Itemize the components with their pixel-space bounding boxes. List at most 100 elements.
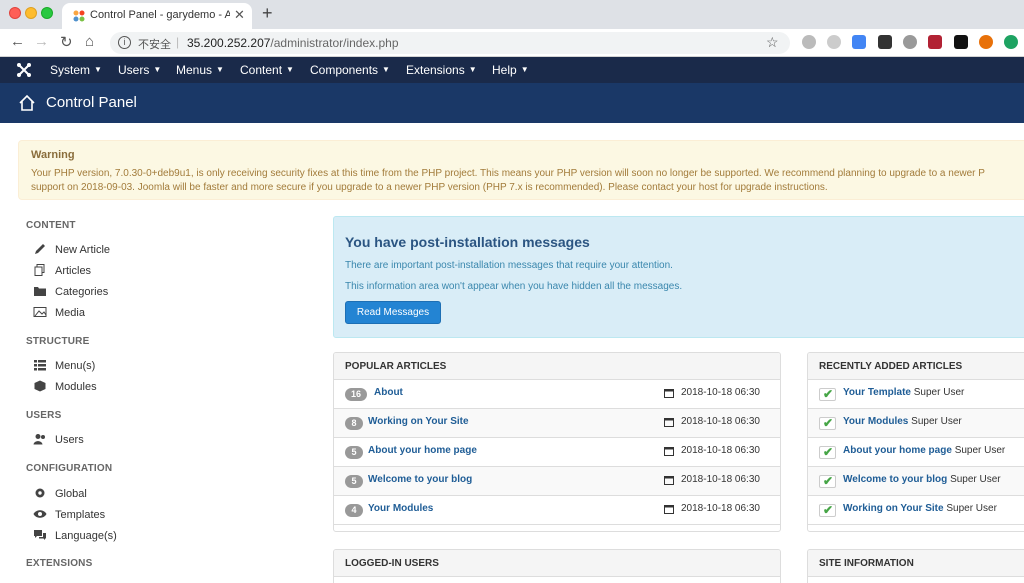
- published-check-icon[interactable]: ✔: [819, 387, 836, 401]
- sidebar-item-menus[interactable]: Menu(s): [33, 359, 95, 375]
- article-date: 2018-10-18 06:30: [681, 474, 760, 485]
- check-mark-icon: ✔: [823, 387, 834, 401]
- browser-toolbar: ← → ↻ ⌂ i 不安全 | 35.200.252.207/administr…: [0, 29, 1024, 57]
- extension-icon-8[interactable]: [979, 35, 993, 49]
- article-date: 2018-10-18 06:30: [681, 416, 760, 427]
- back-arrow-icon[interactable]: ←: [10, 33, 25, 50]
- recent-article: About your home page Super User: [843, 445, 1005, 456]
- sidebar-item-label: Menu(s): [55, 360, 96, 372]
- article-link[interactable]: Your Modules: [368, 503, 433, 514]
- cloud-extension-icon[interactable]: [827, 35, 841, 49]
- calendar-icon: [664, 505, 674, 514]
- menu-help[interactable]: Help ▼: [492, 63, 529, 77]
- published-check-icon[interactable]: ✔: [819, 416, 836, 430]
- article-link[interactable]: About: [374, 387, 403, 398]
- sidebar-item-media[interactable]: Media: [33, 306, 85, 322]
- sidebar-heading-configuration: CONFIGURATION: [26, 463, 113, 474]
- reload-icon[interactable]: ↻: [60, 33, 73, 51]
- article-link[interactable]: Welcome to your blog: [843, 474, 947, 485]
- sidebar-item-global[interactable]: Global: [33, 487, 87, 503]
- article-date: 2018-10-18 06:30: [681, 503, 760, 514]
- table-row: 5 About your home page 2018-10-18 06:30: [334, 438, 780, 467]
- sidebar-heading-content: CONTENT: [26, 220, 76, 231]
- hits-badge: 16: [345, 388, 368, 401]
- menu-content[interactable]: Content ▼: [240, 63, 294, 77]
- calendar-icon: [664, 476, 674, 485]
- sidebar-item-label: Articles: [55, 265, 92, 277]
- published-check-icon[interactable]: ✔: [819, 445, 836, 459]
- sidebar-item-label: Global: [55, 488, 87, 500]
- sidebar-item-templates[interactable]: Templates: [33, 508, 105, 524]
- check-mark-icon: ✔: [823, 503, 834, 517]
- list-item: ✔ Working on Your Site Super User: [808, 496, 1024, 525]
- article-link[interactable]: Welcome to your blog: [368, 474, 472, 485]
- sidebar-heading-users: USERS: [26, 410, 62, 421]
- hits-badge: 5: [345, 446, 363, 459]
- article-link[interactable]: Working on Your Site: [843, 503, 944, 514]
- read-messages-button[interactable]: Read Messages: [345, 301, 441, 324]
- sidebar-item-users[interactable]: Users: [33, 433, 84, 449]
- extension-icon-4[interactable]: [878, 35, 892, 49]
- info-icon[interactable]: i: [118, 36, 131, 49]
- article-link[interactable]: Working on Your Site: [368, 416, 469, 427]
- article-link[interactable]: About your home page: [368, 445, 477, 456]
- browser-tab[interactable]: Control Panel - garydemo - Ad ✕: [62, 3, 252, 29]
- published-check-icon[interactable]: ✔: [819, 474, 836, 488]
- menu-menus[interactable]: Menus ▼: [176, 63, 224, 77]
- menu-menus-label: Menus: [176, 63, 213, 77]
- comments-icon: [34, 530, 46, 540]
- article-author: Super User: [950, 474, 1001, 485]
- menu-system[interactable]: System ▼: [50, 63, 102, 77]
- panel-title: RECENTLY ADDED ARTICLES: [808, 353, 1024, 380]
- calendar-icon: [664, 389, 674, 398]
- caret-down-icon: ▼: [94, 65, 102, 74]
- hits-badge: 4: [345, 504, 363, 517]
- panel-title: LOGGED-IN USERS: [334, 550, 780, 577]
- window-minimize-button[interactable]: [25, 7, 37, 19]
- url-text[interactable]: 35.200.252.207/administrator/index.php: [187, 36, 399, 50]
- sidebar-item-articles[interactable]: Articles: [33, 264, 91, 280]
- published-check-icon[interactable]: ✔: [819, 503, 836, 517]
- new-tab-icon[interactable]: +: [262, 3, 273, 24]
- hits-badge: 5: [345, 475, 363, 488]
- sidebar-item-new-article[interactable]: New Article: [33, 243, 110, 259]
- flag-extension-icon[interactable]: [928, 35, 942, 49]
- tab-close-icon[interactable]: ✕: [234, 7, 245, 23]
- recent-article: Your Template Super User: [843, 387, 964, 398]
- extension-icon-9[interactable]: [1004, 35, 1018, 49]
- article-author: Super User: [946, 503, 997, 514]
- translate-extension-icon[interactable]: [852, 35, 866, 49]
- article-link[interactable]: Your Modules: [843, 416, 908, 427]
- extension-icon-7[interactable]: [954, 35, 968, 49]
- forward-arrow-icon[interactable]: →: [34, 33, 49, 50]
- url-separator: |: [176, 35, 180, 49]
- window-maximize-button[interactable]: [41, 7, 53, 19]
- extension-icon-1[interactable]: [802, 35, 816, 49]
- bookmark-star-icon[interactable]: ☆: [766, 34, 779, 51]
- cube-icon: [34, 380, 46, 392]
- postinstall-text-1: There are important post-installation me…: [345, 260, 673, 271]
- window-close-button[interactable]: [9, 7, 21, 19]
- sidebar-item-modules[interactable]: Modules: [33, 380, 97, 396]
- postinstall-text-2: This information area won't appear when …: [345, 281, 683, 292]
- joomla-logo-icon[interactable]: [16, 62, 32, 78]
- menu-extensions[interactable]: Extensions ▼: [406, 63, 477, 77]
- article-link[interactable]: Your Template: [843, 387, 911, 398]
- article-link[interactable]: About your home page: [843, 445, 952, 456]
- extension-icon-5[interactable]: [903, 35, 917, 49]
- article-date: 2018-10-18 06:30: [681, 445, 760, 456]
- menu-components[interactable]: Components ▼: [310, 63, 390, 77]
- menu-users[interactable]: Users ▼: [118, 63, 161, 77]
- sidebar-item-categories[interactable]: Categories: [33, 285, 108, 301]
- caret-down-icon: ▼: [216, 65, 224, 74]
- warning-line-2: support on 2018-09-03. Joomla will be fa…: [31, 182, 828, 193]
- sidebar-item-languages[interactable]: Language(s): [33, 529, 117, 545]
- check-mark-icon: ✔: [823, 474, 834, 488]
- panel-title: SITE INFORMATION: [808, 550, 1024, 577]
- check-mark-icon: ✔: [823, 445, 834, 459]
- address-bar[interactable]: i 不安全 | 35.200.252.207/administrator/ind…: [110, 32, 790, 54]
- menu-content-label: Content: [240, 63, 283, 77]
- hits-badge: 8: [345, 417, 363, 430]
- list-icon: [34, 360, 46, 371]
- home-icon[interactable]: ⌂: [85, 33, 94, 50]
